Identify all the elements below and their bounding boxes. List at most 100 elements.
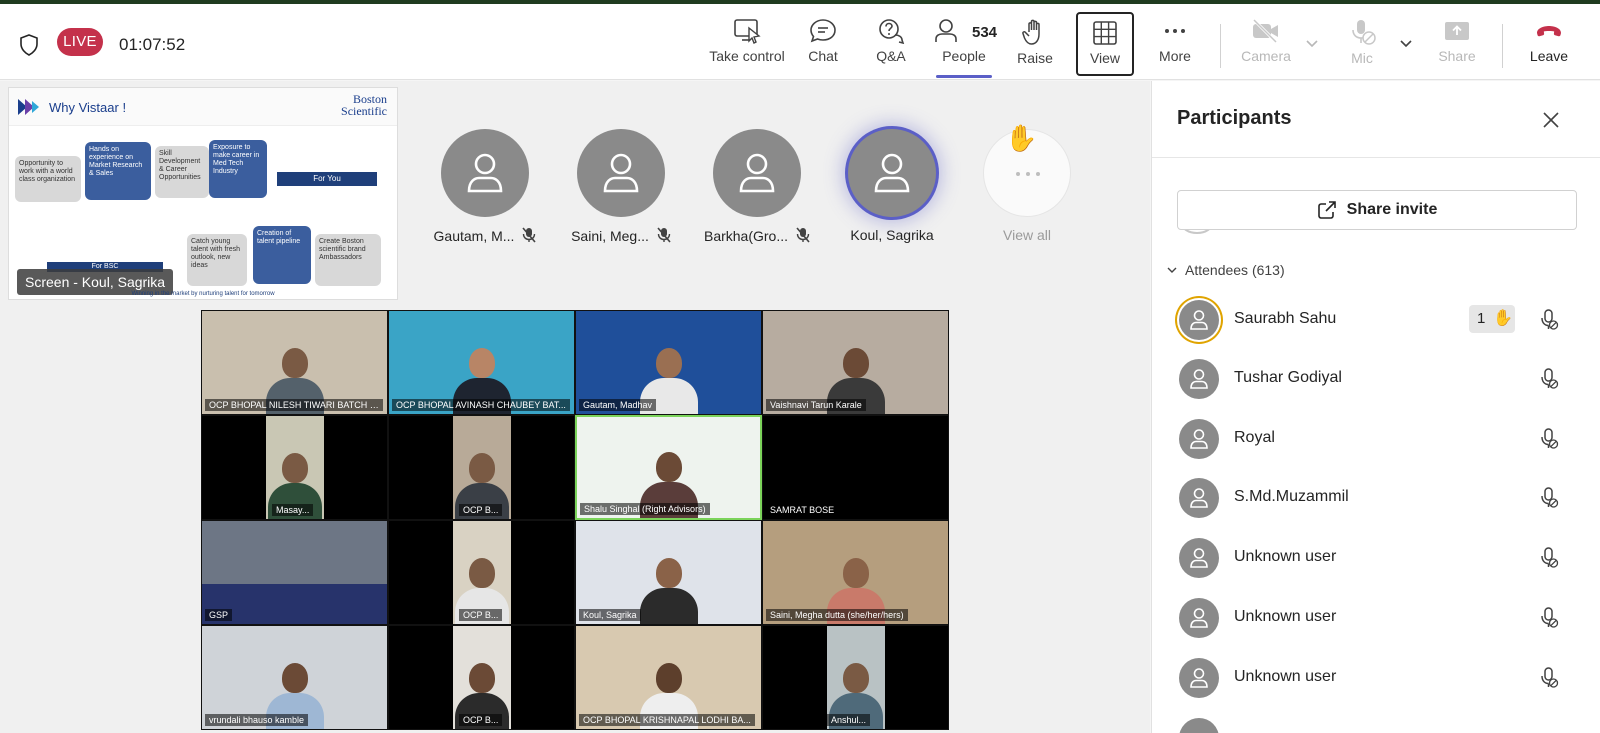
- avatar: [1179, 478, 1219, 518]
- slide-puzzle-piece: Creation of talent pipeline: [253, 226, 311, 284]
- video-tile-name: Shalu Singhal (Right Advisors): [580, 503, 710, 515]
- avatar: [1179, 359, 1219, 399]
- share-invite-button[interactable]: Share invite: [1177, 190, 1577, 230]
- avatar: [1179, 718, 1219, 733]
- share-label: Share: [1438, 48, 1476, 64]
- avatar-person-icon: [1190, 608, 1208, 628]
- video-tile-name: OCP BHOPAL AVINASH CHAUBEY BAT...: [392, 399, 570, 411]
- share-invite-icon: [1317, 201, 1336, 219]
- avatar: [1179, 300, 1219, 340]
- video-tile[interactable]: vrundali bhauso kamble: [201, 625, 388, 730]
- participant-name: Gautam, M...: [433, 228, 515, 244]
- participant-name: S.Md.Muzammil: [1234, 488, 1349, 505]
- video-tile-name: Koul, Sagrika: [579, 609, 641, 621]
- video-tile[interactable]: Gautam, Madhav: [575, 310, 762, 415]
- video-tile[interactable]: OCP BHOPAL KRISHNAPAL LODHI BA...: [575, 625, 762, 730]
- take-control-button[interactable]: Take control: [706, 12, 788, 76]
- close-icon[interactable]: [1542, 111, 1560, 129]
- slide-puzzle-piece: Create Boston scientific brand Ambassado…: [315, 234, 381, 286]
- featured-participant[interactable]: Gautam, M...: [430, 129, 540, 244]
- video-tile[interactable]: Saini, Megha dutta (she/her/hers): [762, 520, 949, 625]
- people-icon: [935, 19, 957, 42]
- view-button[interactable]: View: [1076, 12, 1134, 76]
- people-button[interactable]: 534 People: [934, 12, 997, 78]
- people-active-indicator: [936, 75, 992, 78]
- avatar-person-icon: [874, 153, 910, 193]
- video-tile-name: Gautam, Madhav: [579, 399, 657, 411]
- video-tile[interactable]: Anshul...: [762, 625, 949, 730]
- video-tile[interactable]: OCP BHOPAL NILESH TIWARI BATCH 2...: [201, 310, 388, 415]
- more-button[interactable]: More: [1153, 12, 1197, 76]
- participants-panel: Participants Share invite Attendees (613…: [1151, 81, 1600, 733]
- participant-row[interactable]: Tushar Godiyal: [1177, 354, 1577, 404]
- participant-row[interactable]: Unknown user: [1177, 533, 1577, 583]
- featured-participant[interactable]: Barkha(Gro...: [702, 129, 812, 244]
- qa-icon: [879, 19, 905, 44]
- avatar-person-icon: [1190, 429, 1208, 449]
- share-invite-label: Share invite: [1346, 201, 1438, 218]
- avatar: [577, 129, 665, 217]
- mic-button[interactable]: Mic: [1340, 12, 1384, 76]
- video-tile[interactable]: OCP BHOPAL AVINASH CHAUBEY BAT...: [388, 310, 575, 415]
- video-tile[interactable]: OCP B...: [388, 415, 575, 520]
- camera-options-chevron-icon[interactable]: [1306, 40, 1318, 48]
- participant-name: Unknown user: [1234, 608, 1337, 625]
- people-label: People: [942, 48, 986, 64]
- slide-for-you-banner: For You: [277, 172, 377, 186]
- mic-options-chevron-icon[interactable]: [1400, 40, 1412, 48]
- participant-name: Saini, Meg...: [571, 228, 649, 244]
- participant-name: Barkha(Gro...: [703, 228, 789, 244]
- mic-muted-icon: [1541, 547, 1559, 568]
- video-tile[interactable]: Koul, Sagrika: [575, 520, 762, 625]
- raised-hand-icon: ✋: [1005, 123, 1038, 153]
- video-tile-name: OCP BHOPAL NILESH TIWARI BATCH 2...: [205, 399, 383, 411]
- shield-icon[interactable]: [19, 34, 39, 56]
- video-tile[interactable]: OCP B...: [388, 520, 575, 625]
- camera-button[interactable]: Camera: [1238, 12, 1294, 76]
- avatar: [713, 129, 801, 217]
- mic-muted-icon: [796, 227, 810, 243]
- participant-row-partial: [1177, 713, 1577, 733]
- featured-participant[interactable]: Saini, Meg...: [566, 129, 676, 244]
- chat-label: Chat: [808, 48, 838, 64]
- panel-title: Participants: [1177, 107, 1292, 129]
- vistaar-arrow-icon: [18, 99, 39, 115]
- featured-participant-speaking[interactable]: Koul, Sagrika: [837, 129, 947, 243]
- slide-footer: Winning in the market by nurturing talen…: [131, 291, 275, 297]
- mic-muted-icon: [1541, 487, 1559, 508]
- share-button[interactable]: Share: [1434, 12, 1480, 76]
- video-tile[interactable]: Masay...: [201, 415, 388, 520]
- video-tile-name: Vaishnavi Tarun Karale: [766, 399, 866, 411]
- chat-button[interactable]: Chat: [800, 12, 846, 76]
- leave-button[interactable]: Leave: [1522, 12, 1576, 76]
- participant-row[interactable]: Unknown user: [1177, 653, 1577, 703]
- video-tile[interactable]: GSP: [201, 520, 388, 625]
- qa-label: Q&A: [876, 48, 906, 64]
- meeting-toolbar: LIVE 01:07:52 Take control Chat Q&A 534 …: [0, 4, 1600, 80]
- participant-row[interactable]: Royal: [1177, 414, 1577, 464]
- chevron-down-icon: [1167, 267, 1177, 273]
- leave-label: Leave: [1529, 48, 1569, 64]
- chat-icon: [810, 19, 836, 43]
- video-tile[interactable]: Vaishnavi Tarun Karale: [762, 310, 949, 415]
- avatar-person-icon: [1190, 310, 1208, 330]
- video-tile-name: OCP BHOPAL KRISHNAPAL LODHI BA...: [579, 714, 755, 726]
- participant-row[interactable]: Saurabh Sahu 1 ✋: [1177, 295, 1577, 345]
- participant-row[interactable]: S.Md.Muzammil: [1177, 473, 1577, 523]
- video-tile-name: OCP B...: [459, 714, 503, 726]
- toolbar-separator: [1502, 24, 1503, 68]
- participant-row[interactable]: Unknown user: [1177, 593, 1577, 643]
- participant-name: Unknown user: [1234, 548, 1337, 565]
- mic-muted-icon: [1541, 607, 1559, 628]
- video-tile[interactable]: OCP B...: [388, 625, 575, 730]
- qa-button[interactable]: Q&A: [868, 12, 914, 76]
- shared-screen-tile[interactable]: Why Vistaar ! Boston Scientific Opportuni…: [8, 87, 398, 300]
- share-icon: [1445, 22, 1469, 40]
- video-tile[interactable]: Shalu Singhal (Right Advisors): [575, 415, 762, 520]
- attendees-section-header[interactable]: Attendees (613): [1167, 262, 1285, 278]
- raise-hand-button[interactable]: Raise: [1012, 12, 1058, 76]
- panel-divider: [1152, 157, 1600, 158]
- avatar: [1179, 419, 1219, 459]
- video-tile[interactable]: SAMRAT BOSE: [762, 415, 949, 520]
- slide-puzzle-piece: Skill Development & Career Opportunities: [155, 146, 209, 198]
